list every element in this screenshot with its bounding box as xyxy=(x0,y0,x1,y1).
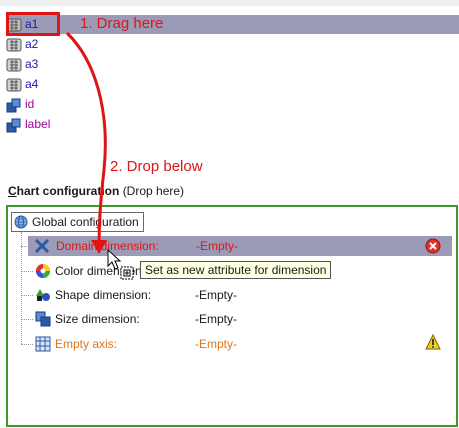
dimension-value: -Empty- xyxy=(195,337,237,351)
attribute-label: a3 xyxy=(25,57,39,71)
mouse-cursor-icon xyxy=(107,249,134,280)
chart-configuration-title: Chart configuration (Drop here) xyxy=(8,184,184,198)
axis-grid-icon xyxy=(35,336,51,352)
top-divider xyxy=(0,0,459,6)
global-configuration-node[interactable]: Global configuration xyxy=(11,212,144,232)
attribute-label: id xyxy=(25,97,35,111)
warning-icon xyxy=(425,334,441,350)
attribute-item-id[interactable]: id xyxy=(6,95,34,114)
drop-annotation: 2. Drop below xyxy=(110,158,203,175)
dimension-name: Empty axis: xyxy=(55,337,118,351)
dimension-value: -Empty- xyxy=(195,288,237,302)
title-text: hart configuration xyxy=(16,184,120,198)
attribute-label: a4 xyxy=(25,77,39,91)
attribute-item-label[interactable]: label xyxy=(6,115,50,134)
attribute-item-a4[interactable]: a4 xyxy=(6,75,38,94)
domain-dimension-row[interactable]: Domain dimension: -Empty- xyxy=(28,236,452,256)
dimension-name: Size dimension: xyxy=(55,312,140,326)
drag-annotation: 1. Drag here xyxy=(80,15,164,32)
attribute-item-a3[interactable]: a3 xyxy=(6,55,38,74)
tree-connector xyxy=(21,319,33,320)
dimension-value: -Empty- xyxy=(196,239,238,253)
special-attribute-icon xyxy=(6,118,21,132)
color-wheel-icon xyxy=(36,264,50,278)
dimension-name: Shape dimension: xyxy=(55,288,152,302)
nominal-attribute-icon xyxy=(6,58,22,71)
attribute-label: label xyxy=(25,117,51,131)
tree-connector xyxy=(21,271,33,272)
size-icon xyxy=(35,311,51,327)
nominal-attribute-icon xyxy=(6,38,22,51)
tree-connector xyxy=(21,295,33,296)
domain-dimension-icon xyxy=(34,238,50,254)
drag-source-highlight xyxy=(6,12,60,36)
drop-tooltip: Set as new attribute for dimension xyxy=(140,261,332,279)
drop-hint: (Drop here) xyxy=(122,184,185,198)
dimension-value: -Empty- xyxy=(195,312,237,326)
attribute-label: a2 xyxy=(25,37,39,51)
tree-connector xyxy=(21,232,22,344)
tree-connector xyxy=(21,344,33,345)
attribute-item-a1[interactable]: a1 xyxy=(6,15,459,34)
special-attribute-icon xyxy=(6,98,21,112)
error-icon xyxy=(425,238,441,254)
nominal-attribute-icon xyxy=(6,78,22,91)
mnemonic-letter: C xyxy=(8,184,17,198)
attribute-item-a2[interactable]: a2 xyxy=(6,35,38,54)
global-configuration-label: Global configuration xyxy=(32,215,139,229)
globe-icon xyxy=(14,215,28,229)
shapes-icon xyxy=(36,289,50,301)
